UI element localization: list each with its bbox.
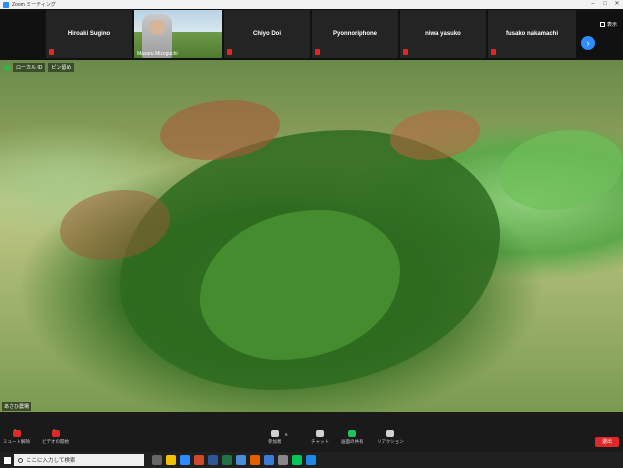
file-explorer-icon[interactable] (166, 455, 176, 465)
participant-name: Chiyo Doi (253, 31, 281, 37)
windows-logo-icon (3, 456, 11, 464)
reactions-button[interactable]: リアクション (377, 430, 404, 445)
zoom-logo-icon (3, 1, 9, 8)
main-video[interactable]: ローカル ID ピン留め あさひ農場 (0, 60, 623, 412)
chevron-up-icon[interactable]: ^ (14, 429, 16, 435)
taskbar-apps (152, 455, 316, 465)
leave-meeting-button[interactable]: 退出 (595, 437, 619, 447)
mute-button[interactable]: ^ ミュート解除 (3, 429, 30, 445)
store-icon[interactable] (278, 455, 288, 465)
maximize-button[interactable]: □ (599, 0, 611, 9)
grid-view-icon (600, 22, 605, 27)
muted-mic-icon (403, 49, 408, 55)
muted-mic-icon (315, 49, 320, 55)
security-label: ローカル ID (13, 63, 46, 72)
participant-tile-video[interactable]: Masaru Mizoguchi (134, 10, 222, 58)
participants-button[interactable]: 参加者 (268, 430, 282, 445)
participant-name: Hiroaki Sugino (67, 31, 111, 37)
line-icon[interactable] (292, 455, 302, 465)
muted-mic-icon (49, 49, 54, 55)
window-title: Zoom ミーティング (12, 2, 56, 8)
view-button[interactable]: 表示 (600, 21, 617, 28)
muted-mic-icon (491, 49, 496, 55)
search-icon (18, 457, 23, 463)
next-page-button[interactable]: › (581, 36, 595, 50)
red-new-leaves (390, 110, 480, 160)
participant-name: fusako nakamachi (505, 31, 559, 37)
word-icon[interactable] (208, 455, 218, 465)
chevron-up-icon[interactable]: ^ (53, 429, 55, 435)
mail-icon[interactable] (264, 455, 274, 465)
taskbar-search[interactable]: ここに入力して検索 (14, 454, 144, 466)
calendar-icon[interactable] (236, 455, 246, 465)
start-button[interactable] (0, 452, 14, 468)
participants-icon (270, 430, 279, 437)
status-badge: ピン留め (48, 63, 75, 72)
background-plants (500, 130, 623, 210)
excel-icon[interactable] (222, 455, 232, 465)
task-view-icon[interactable] (152, 455, 162, 465)
participant-tile[interactable]: fusako nakamachi (488, 10, 576, 58)
participant-strip: Hiroaki Sugino Masaru Mizoguchi Chiyo Do… (0, 9, 623, 60)
participant-tile[interactable]: Hiroaki Sugino (46, 10, 132, 58)
muted-mic-icon (227, 49, 232, 55)
share-screen-button[interactable]: 画面の共有 (341, 430, 364, 445)
participant-tile[interactable]: niwa yasuko (400, 10, 486, 58)
edge-icon[interactable] (194, 455, 204, 465)
participant-name: Masaru Mizoguchi (137, 51, 178, 57)
chat-icon (315, 430, 324, 437)
view-label: 表示 (607, 22, 618, 28)
speaker-name-label: あさひ農場 (2, 402, 32, 411)
zoom-app-icon[interactable] (180, 455, 190, 465)
shield-icon[interactable] (4, 64, 10, 71)
title-bar: Zoom ミーティング – □ ✕ (0, 0, 623, 9)
participant-tile[interactable]: Pyonnoriphone (312, 10, 398, 58)
participant-name: niwa yasuko (425, 31, 461, 37)
video-button[interactable]: ^ ビデオの開始 (42, 429, 69, 445)
photos-icon[interactable] (306, 455, 316, 465)
zoom-window: Zoom ミーティング – □ ✕ Hiroaki Sugino Masaru … (0, 0, 623, 468)
minimize-button[interactable]: – (587, 0, 599, 9)
participant-name: Pyonnoriphone (333, 31, 377, 37)
windows-taskbar: ここに入力して検索 (0, 452, 623, 468)
share-screen-icon (348, 430, 357, 437)
chat-button[interactable]: チャット (311, 430, 329, 445)
reaction-icon (386, 430, 395, 437)
firefox-icon[interactable] (250, 455, 260, 465)
participant-tile[interactable]: Chiyo Doi (224, 10, 310, 58)
search-placeholder: ここに入力して検索 (26, 458, 76, 464)
meeting-controls: ^ ミュート解除 ^ ビデオの開始 参加者 6 チャット 画面の共有 リアクショ… (0, 412, 623, 452)
close-button[interactable]: ✕ (611, 0, 623, 9)
participants-count: 6 (285, 432, 288, 437)
